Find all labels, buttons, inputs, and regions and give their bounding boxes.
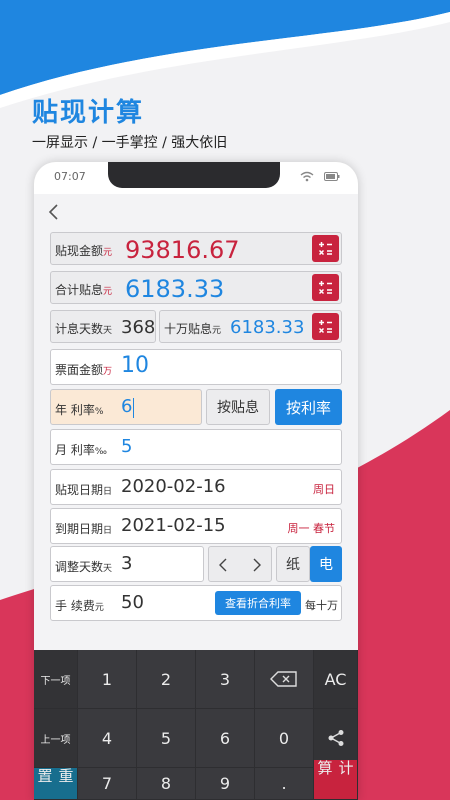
backspace-key[interactable] — [255, 650, 314, 709]
electronic-bill-button[interactable]: 电 — [310, 546, 342, 582]
key-decimal[interactable]: . — [255, 768, 314, 800]
annual-rate-label: 年 利率% — [55, 403, 104, 417]
key-4[interactable]: 4 — [78, 709, 137, 768]
adjust-days-field[interactable]: 调整天数天 3 — [50, 546, 204, 582]
interest-days-row: 计息天数天 368 — [50, 310, 156, 343]
text-cursor — [133, 398, 134, 418]
face-amount-value: 10 — [121, 353, 149, 378]
due-date-note: 周一 春节 — [287, 522, 336, 535]
total-interest-row: 合计贴息元 6183.33 — [50, 271, 342, 304]
promo-headline: 贴现计算 — [32, 98, 145, 128]
paper-bill-button[interactable]: 纸 — [276, 546, 310, 582]
due-date-value: 2021-02-15 — [121, 515, 226, 536]
wifi-icon — [300, 171, 314, 182]
monthly-rate-label: 月 利率‰ — [55, 443, 107, 457]
day-stepper — [208, 546, 272, 582]
discount-date-field[interactable]: 贴现日期日 2020-02-16 周日 — [50, 469, 342, 505]
by-rate-button[interactable]: 按利率 — [275, 389, 342, 425]
view-equivalent-rate-button[interactable]: 查看折合利率 — [215, 591, 301, 615]
discount-date-label: 贴现日期日 — [55, 483, 113, 497]
fee-note: 每十万 — [305, 599, 338, 612]
key-0[interactable]: 0 — [255, 709, 314, 768]
backspace-icon — [270, 671, 297, 687]
discount-date-note: 周日 — [313, 483, 335, 496]
calculator-button[interactable] — [312, 274, 339, 301]
due-date-label: 到期日期日 — [55, 522, 113, 536]
clear-all-key[interactable]: AC — [314, 650, 358, 709]
per-100k-row: 十万贴息元 6183.33 — [159, 310, 342, 343]
key-2[interactable]: 2 — [137, 650, 196, 709]
annual-rate-value: 6 — [121, 396, 133, 417]
face-amount-label: 票面金额万 — [55, 363, 113, 377]
per-100k-label: 十万贴息元 — [164, 322, 222, 336]
monthly-rate-value: 5 — [121, 436, 133, 457]
calculator-icon — [318, 320, 332, 334]
discount-amount-label: 贴现金额元 — [55, 244, 113, 258]
discount-amount-value: 93816.67 — [125, 236, 240, 264]
discount-date-value: 2020-02-16 — [121, 476, 226, 497]
battery-icon — [324, 172, 340, 181]
calculator-icon — [318, 242, 332, 256]
status-icons — [300, 171, 340, 182]
promo-subline: 一屏显示 / 一手掌控 / 强大依旧 — [32, 135, 228, 151]
phone-frame: 07:07 贴现金额元 93816.67 合计贴息元 6183.33 计息天数天… — [34, 162, 358, 800]
fee-value: 50 — [121, 592, 144, 613]
chevron-left-icon[interactable] — [217, 557, 231, 573]
reset-key[interactable]: 重置 — [34, 768, 78, 800]
due-date-field[interactable]: 到期日期日 2021-02-15 周一 春节 — [50, 508, 342, 544]
chevron-right-icon[interactable] — [249, 557, 263, 573]
next-item-key[interactable]: 下一项 — [34, 650, 78, 709]
fee-field[interactable]: 手 续费元 50 查看折合利率 每十万 — [50, 585, 342, 621]
annual-rate-field[interactable]: 年 利率% 6 — [50, 389, 202, 425]
numeric-keypad: 下一项 上一项 重置 1 2 3 AC 4 5 6 0 7 8 9 . 计算 — [34, 650, 358, 800]
key-5[interactable]: 5 — [137, 709, 196, 768]
calculator-icon — [318, 281, 332, 295]
key-8[interactable]: 8 — [137, 768, 196, 800]
calculator-button[interactable] — [312, 313, 339, 340]
key-9[interactable]: 9 — [196, 768, 255, 800]
status-time: 07:07 — [54, 170, 86, 183]
app-screen: 贴现金额元 93816.67 合计贴息元 6183.33 计息天数天 368 十… — [34, 194, 358, 800]
key-1[interactable]: 1 — [78, 650, 137, 709]
by-interest-button[interactable]: 按贴息 — [206, 389, 270, 425]
calculate-key[interactable]: 计算 — [314, 760, 358, 800]
discount-amount-row: 贴现金额元 93816.67 — [50, 232, 342, 265]
face-amount-field[interactable]: 票面金额万 10 — [50, 349, 342, 385]
share-icon — [328, 730, 343, 746]
total-interest-label: 合计贴息元 — [55, 283, 113, 297]
interest-days-label: 计息天数天 — [55, 322, 113, 336]
calculator-button[interactable] — [312, 235, 339, 262]
per-100k-value: 6183.33 — [230, 317, 305, 338]
key-3[interactable]: 3 — [196, 650, 255, 709]
fee-label: 手 续费元 — [55, 599, 104, 613]
interest-days-value: 368 — [121, 317, 156, 338]
key-6[interactable]: 6 — [196, 709, 255, 768]
back-arrow-icon[interactable] — [44, 200, 64, 224]
key-7[interactable]: 7 — [78, 768, 137, 800]
monthly-rate-field[interactable]: 月 利率‰ 5 — [50, 429, 342, 465]
total-interest-value: 6183.33 — [125, 275, 225, 303]
phone-notch — [108, 162, 280, 188]
prev-item-key[interactable]: 上一项 — [34, 709, 78, 768]
adjust-days-value: 3 — [121, 553, 133, 574]
adjust-days-label: 调整天数天 — [55, 560, 113, 574]
